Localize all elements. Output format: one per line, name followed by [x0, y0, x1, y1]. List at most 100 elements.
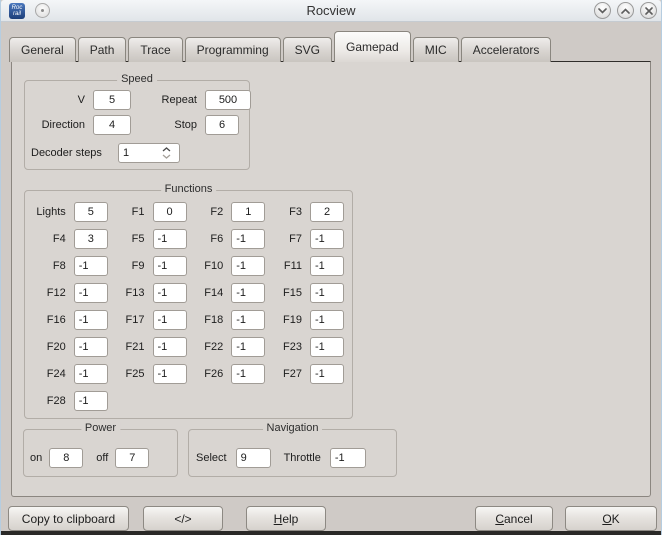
decoder-steps-spinner[interactable]: [118, 143, 180, 163]
function-cell-lights: Lights: [29, 202, 108, 222]
f4-label: F4: [29, 233, 74, 245]
f27-input[interactable]: [310, 364, 344, 384]
navigation-group-legend: Navigation: [263, 422, 323, 434]
f16-label: F16: [29, 314, 74, 326]
repeat-input[interactable]: [205, 90, 251, 110]
f7-label: F7: [265, 233, 310, 245]
cancel-button[interactable]: Cancel: [475, 506, 553, 531]
function-cell-f22: F22: [187, 337, 266, 357]
lights-input[interactable]: [74, 202, 108, 222]
f4-input[interactable]: [74, 229, 108, 249]
tab-accelerators[interactable]: Accelerators: [461, 37, 552, 62]
f2-input[interactable]: [231, 202, 265, 222]
v-input[interactable]: [93, 90, 131, 110]
f25-input[interactable]: [153, 364, 187, 384]
ok-button[interactable]: OK: [565, 506, 657, 531]
f1-input[interactable]: [153, 202, 187, 222]
throttle-label: Throttle: [284, 452, 321, 464]
ok-button-label: OK: [566, 512, 656, 526]
direction-input[interactable]: [93, 115, 131, 135]
speed-group-legend: Speed: [117, 73, 157, 85]
f26-input[interactable]: [231, 364, 265, 384]
function-cell-f28: F28: [29, 391, 108, 411]
function-cell-f14: F14: [187, 283, 266, 303]
f11-input[interactable]: [310, 256, 344, 276]
copy-to-clipboard-button[interactable]: Copy to clipboard: [8, 506, 129, 531]
function-cell-f4: F4: [29, 229, 108, 249]
function-cell-f25: F25: [108, 364, 187, 384]
f24-input[interactable]: [74, 364, 108, 384]
f2-label: F2: [187, 206, 232, 218]
f14-input[interactable]: [231, 283, 265, 303]
power-on-input[interactable]: [49, 448, 83, 468]
f5-label: F5: [108, 233, 153, 245]
power-group-legend: Power: [81, 422, 120, 434]
tab-bar: GeneralPathTraceProgrammingSVGGamepadMIC…: [1, 30, 661, 61]
tab-svg[interactable]: SVG: [283, 37, 332, 62]
power-off-label: off: [96, 452, 108, 464]
tab-general[interactable]: General: [9, 37, 76, 62]
minimize-button[interactable]: [594, 2, 611, 19]
f28-input[interactable]: [74, 391, 108, 411]
f12-label: F12: [29, 287, 74, 299]
f9-input[interactable]: [153, 256, 187, 276]
power-group: Power on off: [23, 429, 178, 477]
lights-label: Lights: [29, 206, 74, 218]
close-x-icon: [645, 7, 653, 15]
select-input[interactable]: [236, 448, 271, 468]
f15-label: F15: [265, 287, 310, 299]
f13-input[interactable]: [153, 283, 187, 303]
title-bar: Roc rail Rocview: [1, 0, 661, 22]
function-cell-f6: F6: [187, 229, 266, 249]
throttle-input[interactable]: [330, 448, 366, 468]
f17-input[interactable]: [153, 310, 187, 330]
stop-input[interactable]: [205, 115, 239, 135]
function-cell-f17: F17: [108, 310, 187, 330]
f26-label: F26: [187, 368, 232, 380]
function-cell-f3: F3: [265, 202, 344, 222]
function-cell-f8: F8: [29, 256, 108, 276]
f6-input[interactable]: [231, 229, 265, 249]
f22-input[interactable]: [231, 337, 265, 357]
f18-label: F18: [187, 314, 232, 326]
function-cell-f15: F15: [265, 283, 344, 303]
decoder-steps-input[interactable]: [119, 144, 159, 162]
f20-input[interactable]: [74, 337, 108, 357]
f14-label: F14: [187, 287, 232, 299]
tab-mic[interactable]: MIC: [413, 37, 459, 62]
f21-label: F21: [108, 341, 153, 353]
f10-label: F10: [187, 260, 232, 272]
window-bottom-edge: [1, 531, 661, 535]
f19-input[interactable]: [310, 310, 344, 330]
xml-button[interactable]: </>: [143, 506, 223, 531]
f21-input[interactable]: [153, 337, 187, 357]
tab-path[interactable]: Path: [78, 37, 127, 62]
function-cell-f21: F21: [108, 337, 187, 357]
help-button[interactable]: Help: [246, 506, 326, 531]
spinner-up-icon[interactable]: [162, 147, 171, 152]
f23-input[interactable]: [310, 337, 344, 357]
f3-input[interactable]: [310, 202, 344, 222]
f16-input[interactable]: [74, 310, 108, 330]
tab-programming[interactable]: Programming: [185, 37, 281, 62]
f12-input[interactable]: [74, 283, 108, 303]
f5-input[interactable]: [153, 229, 187, 249]
repeat-label: Repeat: [139, 94, 197, 106]
rocview-dialog-window: Roc rail Rocview GeneralPathTraceProgram…: [0, 0, 662, 535]
function-cell-f10: F10: [187, 256, 266, 276]
function-cell-f18: F18: [187, 310, 266, 330]
f10-input[interactable]: [231, 256, 265, 276]
f18-input[interactable]: [231, 310, 265, 330]
close-button[interactable]: [640, 2, 657, 19]
f8-label: F8: [29, 260, 74, 272]
gamepad-tab-panel: Speed V Repeat Direction Stop Decoder st…: [11, 61, 651, 497]
power-off-input[interactable]: [115, 448, 149, 468]
tab-gamepad[interactable]: Gamepad: [334, 31, 411, 62]
tab-trace[interactable]: Trace: [128, 37, 182, 62]
maximize-button[interactable]: [617, 2, 634, 19]
spinner-down-icon[interactable]: [162, 154, 171, 159]
f7-input[interactable]: [310, 229, 344, 249]
f17-label: F17: [108, 314, 153, 326]
f8-input[interactable]: [74, 256, 108, 276]
f15-input[interactable]: [310, 283, 344, 303]
